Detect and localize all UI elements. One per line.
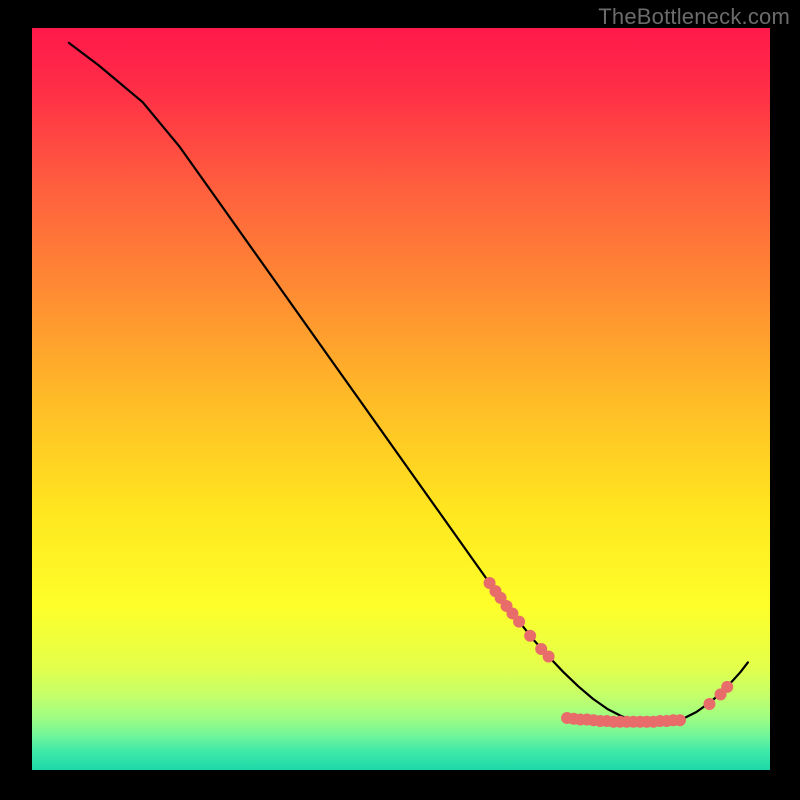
data-marker [513, 616, 525, 628]
data-marker [721, 681, 733, 693]
data-marker [524, 630, 536, 642]
watermark-text: TheBottleneck.com [598, 4, 790, 30]
data-marker [543, 650, 555, 662]
data-marker [703, 698, 715, 710]
plot-background [32, 28, 770, 770]
bottleneck-chart [0, 0, 800, 800]
chart-container: TheBottleneck.com [0, 0, 800, 800]
data-marker [674, 714, 686, 726]
